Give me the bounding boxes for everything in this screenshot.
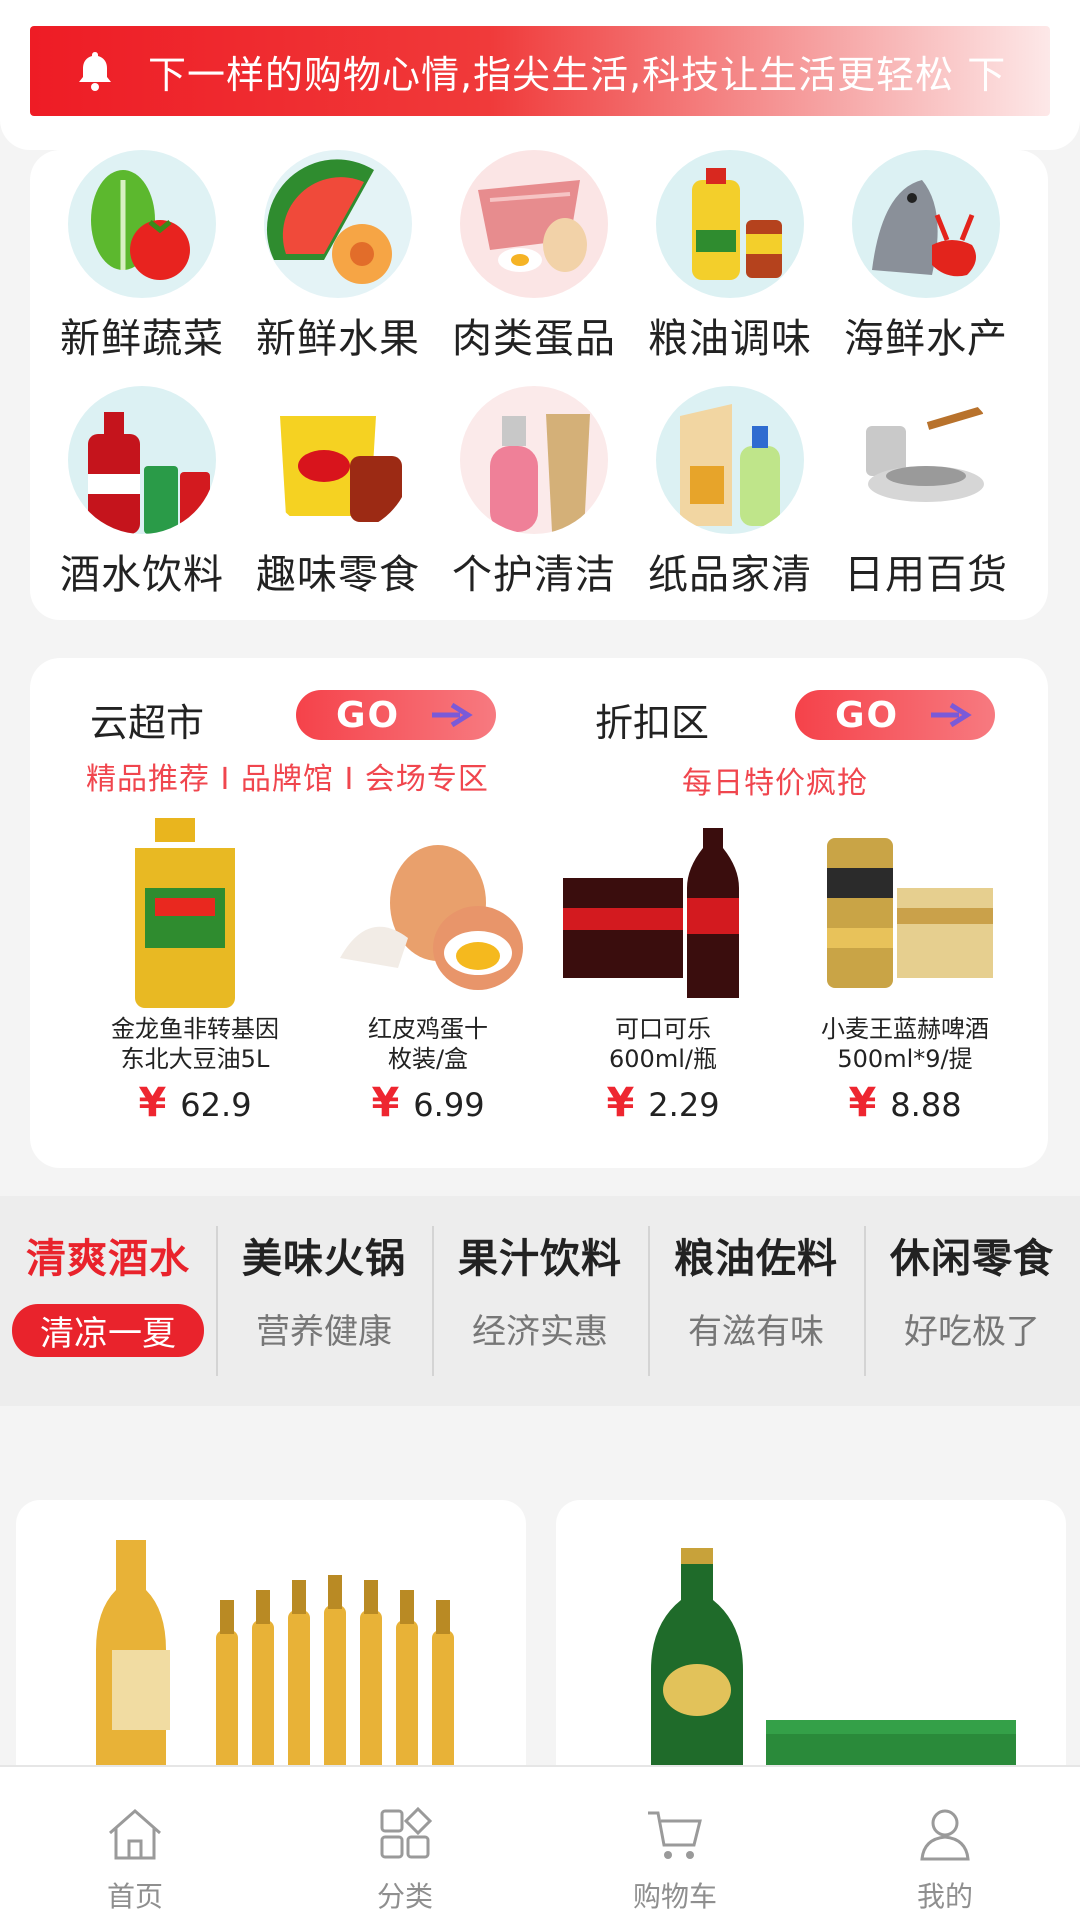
- category-personal-care[interactable]: 个护清洁: [436, 386, 632, 622]
- discount-zone-go-button[interactable]: GO: [795, 690, 995, 740]
- notice-bar[interactable]: 下一样的购物心情,指尖生活,科技让生活更轻松 下: [30, 26, 1050, 116]
- category-label: 新鲜水果: [256, 316, 420, 362]
- tab-title: 美味火锅: [242, 1236, 406, 1282]
- tab-title: 休闲零食: [890, 1236, 1054, 1282]
- product-spec: 600ml/瓶: [609, 1045, 717, 1073]
- category-drinks[interactable]: 酒水饮料: [44, 386, 240, 622]
- discount-zone-title: 折扣区: [595, 701, 710, 745]
- product-name: 小麦王蓝赫啤酒: [821, 1015, 989, 1043]
- category-label: 海鲜水产: [844, 316, 1008, 362]
- product-spec: 500ml*9/提: [837, 1045, 973, 1073]
- category-label: 酒水饮料: [60, 552, 224, 598]
- product-spec: 枚装/盒: [387, 1045, 469, 1073]
- tab-snacks[interactable]: 休闲零食 好吃极了: [864, 1196, 1080, 1406]
- nav-label: 我的: [916, 1880, 973, 1913]
- category-grid: 新鲜蔬菜 新鲜水果 肉类蛋品 粮油调味 海鲜水产 酒水饮料 趣味零食 个护清洁 …: [30, 150, 1048, 620]
- category-icon: [380, 1806, 433, 1859]
- meat-eggs-icon: [460, 150, 608, 298]
- home-icon: [109, 1809, 161, 1860]
- seafood-icon: [852, 150, 1000, 298]
- tab-subtitle: 经济实惠: [472, 1312, 608, 1352]
- tab-title: 果汁饮料: [458, 1236, 622, 1282]
- vegetables-icon: [68, 150, 216, 298]
- category-label: 纸品家清: [648, 552, 812, 598]
- category-snacks[interactable]: 趣味零食: [240, 386, 436, 622]
- cloud-market-title: 云超市: [90, 701, 205, 745]
- tab-refreshing-drinks[interactable]: 清爽酒水 清凉一夏: [0, 1196, 216, 1406]
- product-card[interactable]: 小麦王蓝赫啤酒 500ml*9/提 ¥8.88: [790, 808, 1020, 1126]
- tab-grain-seasoning[interactable]: 粮油佐料 有滋有味: [648, 1196, 864, 1406]
- product-name: 金龙鱼非转基因: [111, 1015, 279, 1043]
- yen-sign: ¥: [606, 1080, 635, 1126]
- discount-zone-subtitle: 每日特价疯抢: [682, 766, 868, 801]
- category-seafood[interactable]: 海鲜水产: [828, 150, 1024, 386]
- category-tab-strip: 清爽酒水 清凉一夏 美味火锅 营养健康 果汁饮料 经济实惠 粮油佐料 有滋有味 …: [0, 1196, 1080, 1406]
- nav-home[interactable]: 首页: [0, 1767, 270, 1920]
- tab-subtitle: 有滋有味: [688, 1312, 824, 1352]
- profile-icon: [920, 1809, 970, 1861]
- nav-cart[interactable]: 购物车: [540, 1767, 810, 1920]
- product-image-oil: [95, 808, 295, 1008]
- category-label: 新鲜蔬菜: [60, 316, 224, 362]
- notice-text: 下一样的购物心情,指尖生活,科技让生活更轻松 下: [148, 52, 1007, 97]
- tab-hotpot[interactable]: 美味火锅 营养健康: [216, 1196, 432, 1406]
- category-label: 趣味零食: [256, 552, 420, 598]
- personal-care-icon: [460, 386, 608, 534]
- product-price: 8.88: [890, 1086, 962, 1124]
- category-vegetables[interactable]: 新鲜蔬菜: [44, 150, 240, 386]
- nav-category[interactable]: 分类: [270, 1767, 540, 1920]
- tab-subtitle: 营养健康: [256, 1312, 392, 1352]
- cloud-market-subtitle: 精品推荐 I 品牌馆 I 会场专区: [86, 762, 489, 797]
- category-label: 个护清洁: [452, 552, 616, 598]
- arrow-right-icon: [430, 700, 474, 730]
- daily-goods-icon: [852, 386, 1000, 534]
- category-label: 日用百货: [844, 552, 1008, 598]
- tab-juice[interactable]: 果汁饮料 经济实惠: [432, 1196, 648, 1406]
- product-price: 62.9: [180, 1086, 252, 1124]
- nav-profile[interactable]: 我的: [810, 1767, 1080, 1920]
- tab-title: 粮油佐料: [674, 1236, 838, 1282]
- grain-oil-icon: [656, 150, 804, 298]
- category-fruits[interactable]: 新鲜水果: [240, 150, 436, 386]
- category-daily-goods[interactable]: 日用百货: [828, 386, 1024, 622]
- snacks-icon: [264, 386, 412, 534]
- category-meat-eggs[interactable]: 肉类蛋品: [436, 150, 632, 386]
- product-price: 6.99: [413, 1086, 485, 1124]
- category-label: 粮油调味: [648, 316, 812, 362]
- product-image-beer: [805, 808, 1005, 1008]
- tab-subtitle: 清凉一夏: [12, 1304, 204, 1357]
- bell-icon: [72, 48, 118, 94]
- product-card[interactable]: 金龙鱼非转基因 东北大豆油5L ¥62.9: [80, 808, 310, 1126]
- cloud-market-go-button[interactable]: GO: [296, 690, 496, 740]
- yen-sign: ¥: [848, 1080, 877, 1126]
- product-card[interactable]: 可口可乐 600ml/瓶 ¥2.29: [548, 808, 778, 1126]
- cart-icon: [648, 1811, 702, 1859]
- category-label: 肉类蛋品: [452, 316, 616, 362]
- tab-title: 清爽酒水: [26, 1236, 190, 1282]
- fruits-icon: [264, 150, 412, 298]
- product-image-eggs: [328, 808, 528, 1008]
- category-paper-cleaning[interactable]: 纸品家清: [632, 386, 828, 622]
- nav-label: 分类: [376, 1880, 433, 1913]
- product-spec: 东北大豆油5L: [120, 1045, 270, 1073]
- product-price: 2.29: [648, 1086, 720, 1124]
- drinks-icon: [68, 386, 216, 534]
- nav-label: 首页: [106, 1880, 163, 1913]
- notice-area: 下一样的购物心情,指尖生活,科技让生活更轻松 下: [0, 0, 1080, 150]
- product-name: 可口可乐: [614, 1015, 711, 1043]
- product-image-cola: [563, 808, 763, 1008]
- product-name: 红皮鸡蛋十: [368, 1015, 488, 1043]
- nav-label: 购物车: [632, 1880, 717, 1913]
- tab-subtitle: 好吃极了: [904, 1312, 1040, 1352]
- arrow-right-icon: [929, 700, 973, 730]
- bottom-nav: 首页 分类 购物车 我的: [0, 1765, 1080, 1920]
- yen-sign: ¥: [371, 1080, 400, 1126]
- category-grain-oil[interactable]: 粮油调味: [632, 150, 828, 386]
- promo-section: 云超市 GO 精品推荐 I 品牌馆 I 会场专区 折扣区 GO 每日特价疯抢 金…: [30, 658, 1048, 1168]
- paper-cleaning-icon: [656, 386, 804, 534]
- yen-sign: ¥: [138, 1080, 167, 1126]
- product-card[interactable]: 红皮鸡蛋十 枚装/盒 ¥6.99: [313, 808, 543, 1126]
